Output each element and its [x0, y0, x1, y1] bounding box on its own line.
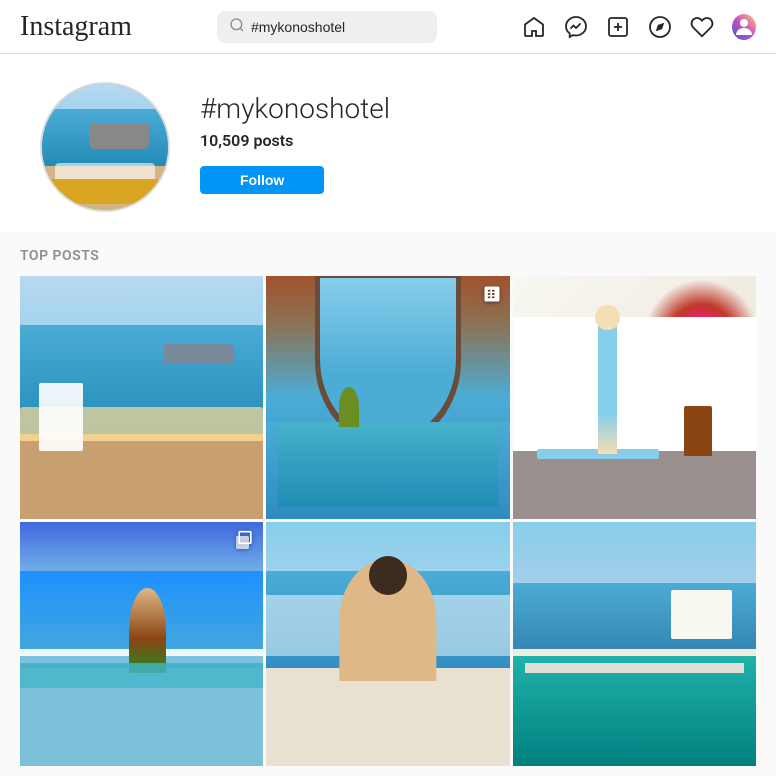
header: Instagram	[0, 0, 776, 54]
post-count: 10,509 posts	[200, 131, 390, 150]
user-avatar-nav[interactable]	[732, 15, 756, 39]
add-post-icon[interactable]	[606, 15, 630, 39]
post-item[interactable]	[20, 522, 263, 765]
heart-icon[interactable]	[690, 15, 714, 39]
search-bar[interactable]	[217, 11, 437, 43]
hashtag-title: #mykonoshotel	[200, 92, 390, 125]
search-icon	[229, 17, 245, 37]
hashtag-avatar	[40, 82, 170, 212]
post-item[interactable]	[266, 276, 509, 519]
posts-grid	[20, 276, 756, 766]
messenger-icon[interactable]	[564, 15, 588, 39]
multi-post-icon	[235, 530, 255, 554]
user-avatar[interactable]	[732, 14, 756, 40]
explore-icon[interactable]	[648, 15, 672, 39]
top-posts-section: Top posts	[0, 232, 776, 776]
post-item[interactable]	[20, 276, 263, 519]
profile-info: #mykonoshotel 10,509 posts Follow	[200, 82, 390, 194]
nav-icons	[522, 15, 756, 39]
top-posts-label: Top posts	[20, 248, 756, 264]
multi-post-icon	[482, 284, 502, 308]
post-item[interactable]	[513, 276, 756, 519]
profile-section: #mykonoshotel 10,509 posts Follow	[0, 54, 776, 232]
post-item[interactable]	[513, 522, 756, 765]
follow-button[interactable]: Follow	[200, 166, 324, 194]
instagram-logo[interactable]: Instagram	[20, 11, 132, 43]
search-input[interactable]	[251, 19, 425, 35]
post-item[interactable]	[266, 522, 509, 765]
home-icon[interactable]	[522, 15, 546, 39]
